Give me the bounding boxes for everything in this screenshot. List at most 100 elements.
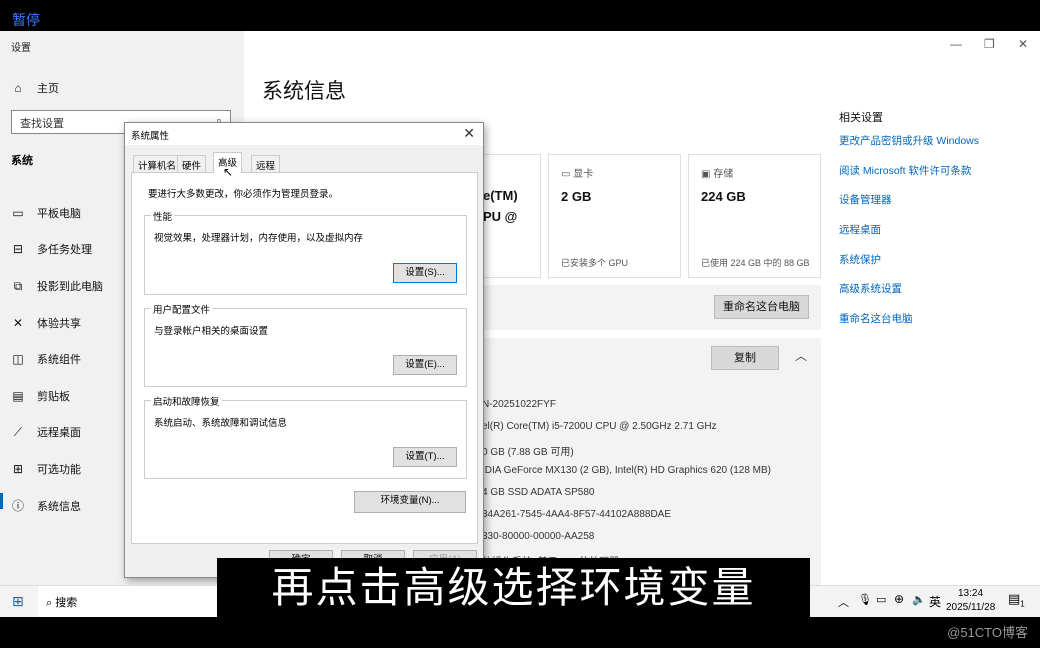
page-title: 系统信息 [262, 80, 346, 103]
gpu-icon: ▭ [561, 169, 574, 180]
link-license[interactable]: 阅读 Microsoft 软件许可条款 [839, 163, 979, 193]
active-indicator [0, 493, 3, 509]
copy-button[interactable]: 复制 [711, 346, 779, 370]
battery-icon[interactable]: ▭ [876, 593, 886, 606]
nav-components[interactable]: ◫ 系统组件 [11, 351, 81, 367]
spec-graphics: IDIA GeForce MX130 (2 GB), Intel(R) HD G… [482, 465, 771, 476]
link-remote-desktop[interactable]: 远程桌面 [839, 222, 979, 252]
notification-icon[interactable]: ▤1 [1008, 591, 1025, 609]
close-icon[interactable]: ✕ [463, 125, 475, 142]
system-properties-dialog: 系统属性 ✕ 计算机名 硬件 远程 要进行大多数更改，你必须作为管理员登录。 性能… [124, 122, 484, 578]
spec-ram: 0 GB (7.88 GB 可用) [482, 447, 574, 458]
admin-note: 要进行大多数更改，你必须作为管理员登录。 [148, 189, 339, 200]
cursor-icon: ↖ [223, 165, 234, 179]
nav-label: 剪贴板 [37, 391, 70, 403]
search-icon: ⌕ [46, 597, 56, 609]
nav-label: 系统信息 [37, 500, 81, 513]
dialog-title: 系统属性 [131, 131, 170, 142]
gpu-card: ▭ 显卡 2 GB 已安装多个 GPU [548, 154, 681, 278]
rename-pc-button[interactable]: 重命名这台电脑 [714, 295, 809, 319]
performance-group: 性能 视觉效果，处理器计划，内存使用，以及虚拟内存 设置(S)... [144, 209, 467, 295]
environment-variables-button[interactable]: 环境变量(N)... [354, 491, 466, 513]
chevron-up-icon[interactable]: ︿ [838, 594, 849, 610]
nav-shared[interactable]: ✕ 体验共享 [11, 315, 81, 331]
group-label: 启动和故障恢复 [151, 394, 222, 408]
group-desc: 视觉效果，处理器计划，内存使用，以及虚拟内存 [154, 233, 364, 244]
storage-icon: ▣ [701, 169, 714, 180]
nav-clipboard[interactable]: ▤ 剪贴板 [11, 388, 70, 404]
nav-remote[interactable]: ⟋ 远程桌面 [11, 424, 81, 440]
spec-processor: el(R) Core(TM) i5-7200U CPU @ 2.50GHz 2.… [482, 421, 717, 432]
tab-hardware[interactable]: 硬件 [177, 155, 207, 172]
spec-storage: 4 GB SSD ADATA SP580 [482, 487, 595, 498]
windows-start-icon[interactable]: ⊞ [12, 593, 24, 610]
microphone-icon[interactable]: 🎙 [858, 593, 872, 606]
info-icon: ⓘ [11, 499, 24, 513]
link-change-key[interactable]: 更改产品密钥或升级 Windows [839, 133, 979, 163]
app-title: 设置 [11, 43, 31, 54]
nav-project[interactable]: ⧉ 投影到此电脑 [11, 278, 103, 294]
nav-optional[interactable]: ⊞ 可选功能 [11, 461, 81, 477]
video-subtitle: 再点击高级选择环境变量 [217, 558, 810, 617]
nav-label: 多任务处理 [37, 244, 92, 256]
advanced-panel: 要进行大多数更改，你必须作为管理员登录。 性能 视觉效果，处理器计划，内存使用，以… [131, 172, 478, 544]
card-sub: 已使用 224 GB 中的 88 GB [701, 258, 810, 268]
link-rename-pc[interactable]: 重命名这台电脑 [839, 311, 979, 341]
spec-product-id: 330-80000-00000-AA258 [482, 531, 595, 542]
clock-time[interactable]: 13:24 [958, 588, 983, 599]
optional-icon: ⊞ [12, 462, 24, 476]
performance-settings-button[interactable]: 设置(S)... [393, 263, 457, 283]
profiles-settings-button[interactable]: 设置(E)... [393, 355, 457, 375]
spec-device-id: 34A261-7545-4AA4-8F57-44102A888DAE [482, 509, 672, 520]
volume-icon[interactable]: 🔈 [912, 593, 926, 606]
nav-label: 可选功能 [37, 464, 81, 476]
nav-home[interactable]: ⌂ 主页 [11, 80, 59, 96]
notification-count: 1 [1020, 599, 1025, 609]
project-icon: ⧉ [13, 278, 23, 293]
group-desc: 系统启动、系统故障和调试信息 [154, 418, 288, 429]
remote-icon: ⟋ [13, 424, 23, 439]
close-icon[interactable]: ✕ [1018, 37, 1028, 51]
ime-indicator[interactable]: 英 [929, 593, 941, 610]
card-sub: 已安装多个 GPU [561, 258, 629, 268]
nav-label: 远程桌面 [37, 427, 81, 439]
spec-device-name: N-20251022FYF [482, 399, 556, 410]
nav-tablet[interactable]: ▭ 平板电脑 [11, 205, 81, 221]
user-profiles-group: 用户配置文件与登录帐户相关的桌面设置设置(E)... [144, 302, 467, 387]
home-icon: ⌂ [14, 81, 22, 95]
restore-icon[interactable]: ❐ [984, 37, 995, 51]
link-system-protection[interactable]: 系统保护 [839, 252, 979, 282]
network-icon[interactable]: ⊕ [894, 592, 904, 606]
related-settings: 相关设置 更改产品密钥或升级 Windows 阅读 Microsoft 软件许可… [839, 109, 979, 341]
startup-settings-button[interactable]: 设置(T)... [393, 447, 457, 467]
nav-about[interactable]: ⓘ 系统信息 [11, 497, 81, 514]
video-top-bar: 暂停 [0, 0, 1040, 31]
group-label: 用户配置文件 [151, 302, 213, 316]
group-desc: 与登录帐户相关的桌面设置 [154, 326, 269, 337]
taskbar-search[interactable]: ⌕ 搜索 [38, 586, 218, 617]
taskbar-search-label: 搜索 [55, 597, 78, 609]
clipboard-icon: ▤ [12, 389, 24, 403]
watermark: @51CTO博客 [947, 625, 1028, 640]
nav-label: 体验共享 [37, 318, 81, 330]
chevron-up-icon[interactable]: ︿ [795, 347, 807, 364]
clock-date[interactable]: 2025/11/28 [946, 602, 995, 613]
startup-recovery-group: 启动和故障恢复系统启动、系统故障和调试信息设置(T)... [144, 394, 467, 479]
related-heading: 相关设置 [839, 112, 883, 124]
link-advanced-settings[interactable]: 高级系统设置 [839, 281, 979, 311]
tab-remote[interactable]: 远程 [251, 155, 281, 172]
tablet-icon: ▭ [12, 206, 24, 220]
card-label-text: 存储 [713, 169, 734, 180]
components-icon: ◫ [12, 352, 24, 366]
nav-label: 系统组件 [37, 354, 81, 366]
tab-computer-name[interactable]: 计算机名 [133, 155, 182, 172]
link-device-manager[interactable]: 设备管理器 [839, 192, 979, 222]
share-icon: ✕ [12, 316, 24, 330]
card-label: ▣ 存储 [701, 165, 733, 180]
nav-multitasking[interactable]: ⊟ 多任务处理 [11, 241, 92, 257]
card-value: 224 GB [701, 189, 746, 204]
storage-card: ▣ 存储 224 GB 已使用 224 GB 中的 88 GB [688, 154, 821, 278]
multitask-icon: ⊟ [12, 242, 24, 256]
card-value: e(TM) PU @ [483, 188, 518, 224]
minimize-icon[interactable]: — [950, 37, 962, 51]
